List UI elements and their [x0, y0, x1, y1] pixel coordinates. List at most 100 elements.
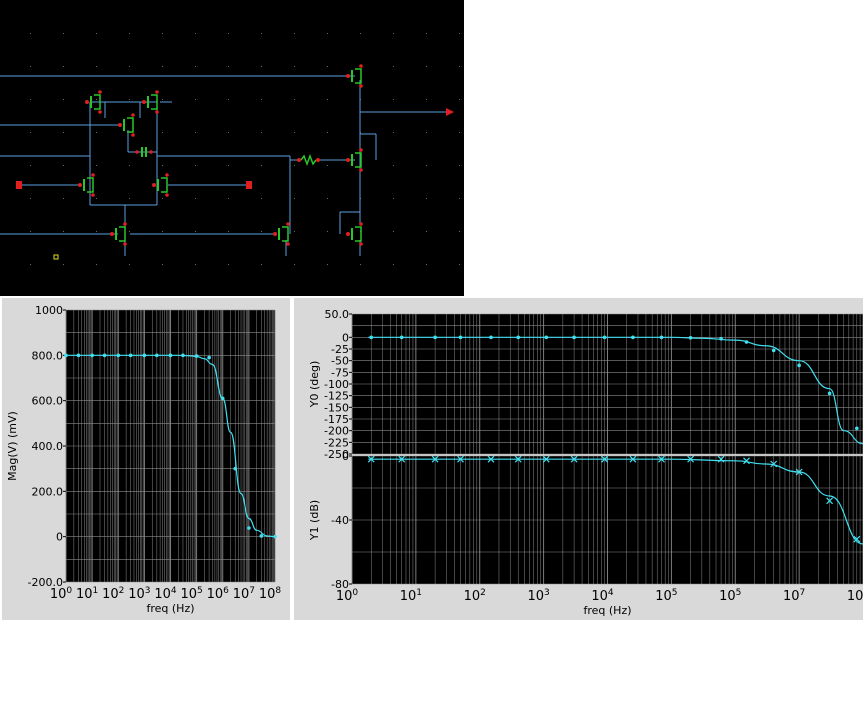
grid-dot [426, 99, 427, 100]
grid-dot [228, 165, 229, 166]
grid-dot [261, 264, 262, 265]
grid-dot [162, 264, 163, 265]
data-point [516, 335, 521, 340]
grid-dot [294, 33, 295, 34]
data-point [544, 335, 549, 340]
grid-dot [261, 165, 262, 166]
grid-dot [63, 66, 64, 67]
bode-chart[interactable]: 50.00-25-50-75-100-125-150-175-200-225-2… [294, 298, 863, 620]
resistor-icon[interactable] [297, 153, 320, 167]
transistor-icon[interactable] [273, 222, 290, 246]
data-point [602, 335, 607, 340]
grid-dot [426, 132, 427, 133]
schematic-canvas[interactable] [0, 0, 464, 296]
data-point [855, 426, 859, 431]
transistor-icon[interactable] [78, 173, 95, 197]
grid-dot [96, 66, 97, 67]
x-tick-label: 104 [154, 586, 177, 602]
x-tick-label: 101 [400, 588, 422, 604]
x-tick-label: 103 [128, 586, 150, 602]
grid-dot [30, 165, 31, 166]
devices [78, 64, 363, 246]
data-point [458, 335, 463, 340]
data-point [155, 353, 159, 358]
transistor-icon[interactable] [152, 173, 169, 197]
grid-dot [360, 264, 361, 265]
grid-dot [162, 165, 163, 166]
grid-dot [261, 198, 262, 199]
data-point [688, 336, 693, 340]
y-tick-label: 50.0 [325, 308, 350, 321]
x-tick-label: 107 [783, 588, 805, 604]
y-axis-label: Mag(V) (mV) [6, 411, 19, 481]
grid-dot [459, 99, 460, 100]
grid-dot [393, 66, 394, 67]
grid-dot [393, 264, 394, 265]
grid-dot [63, 99, 64, 100]
grid-dot [129, 198, 130, 199]
grid-dot [459, 198, 460, 199]
y-tick-label: 800.0 [32, 349, 64, 362]
input-pin-icon[interactable] [16, 181, 22, 189]
grid-dot [294, 165, 295, 166]
data-point [489, 335, 493, 340]
probe-marker[interactable] [53, 254, 59, 260]
y-tick-label: -40 [331, 514, 349, 527]
grid-dot [294, 231, 295, 232]
transistor-icon[interactable] [118, 113, 135, 137]
input-pin-icon[interactable] [246, 181, 252, 189]
grid-dot [426, 198, 427, 199]
y-tick-label: 200.0 [32, 485, 64, 498]
x-tick-label: 106 [207, 586, 230, 602]
grid-dot [63, 264, 64, 265]
y-tick-label: 0 [56, 531, 63, 544]
grid-dot [96, 132, 97, 133]
grid-dot [96, 231, 97, 232]
grid-dot [393, 231, 394, 232]
grid-dot [393, 99, 394, 100]
grid-dot [360, 33, 361, 34]
grid-dot [294, 132, 295, 133]
grid-dot [294, 264, 295, 265]
grid-dot [327, 66, 328, 67]
grid-dot [327, 33, 328, 34]
output-pin-icon[interactable] [446, 108, 454, 116]
data-point [719, 336, 723, 341]
grid-dot [96, 165, 97, 166]
grid-dot [294, 99, 295, 100]
grid-dot [228, 231, 229, 232]
x-tick-label: 101 [76, 586, 98, 602]
grid-dot [327, 165, 328, 166]
grid-dot [459, 66, 460, 67]
transistor-icon[interactable] [110, 222, 127, 246]
data-point [128, 353, 133, 358]
grid-dot [96, 264, 97, 265]
data-point [168, 353, 173, 358]
y-tick-label: 600.0 [32, 395, 64, 408]
grid-dot [294, 66, 295, 67]
grid-dot [162, 99, 163, 100]
grid-dot [195, 198, 196, 199]
grid-dot [261, 132, 262, 133]
magnitude-chart[interactable]: 1000800.0600.0400.0200.00-200.0100 101 102… [2, 298, 290, 620]
x-tick-label: 100 [50, 586, 73, 602]
grid-dot [426, 231, 427, 232]
grid-dot [261, 33, 262, 34]
x-tick-label: 100 [336, 588, 359, 604]
x-axis-label: freq (Hz) [583, 604, 631, 617]
y-tick-label: 0 [342, 450, 349, 463]
grid-dot [228, 198, 229, 199]
data-point [433, 335, 437, 340]
grid-dot [30, 66, 31, 67]
grid-dot [228, 99, 229, 100]
grid-dot [63, 33, 64, 34]
data-point [827, 391, 832, 396]
grid-dot [261, 231, 262, 232]
magnitude-plot-panel: 1000 800.0 600.0 400.0 200.0 0 -200.0 100 101 102… [2, 298, 290, 620]
grid-dot [63, 132, 64, 133]
data-point [259, 534, 264, 538]
y-tick-label: 400.0 [32, 440, 64, 453]
grid-dot [228, 66, 229, 67]
grid-dot [96, 33, 97, 34]
grid-dot [459, 231, 460, 232]
